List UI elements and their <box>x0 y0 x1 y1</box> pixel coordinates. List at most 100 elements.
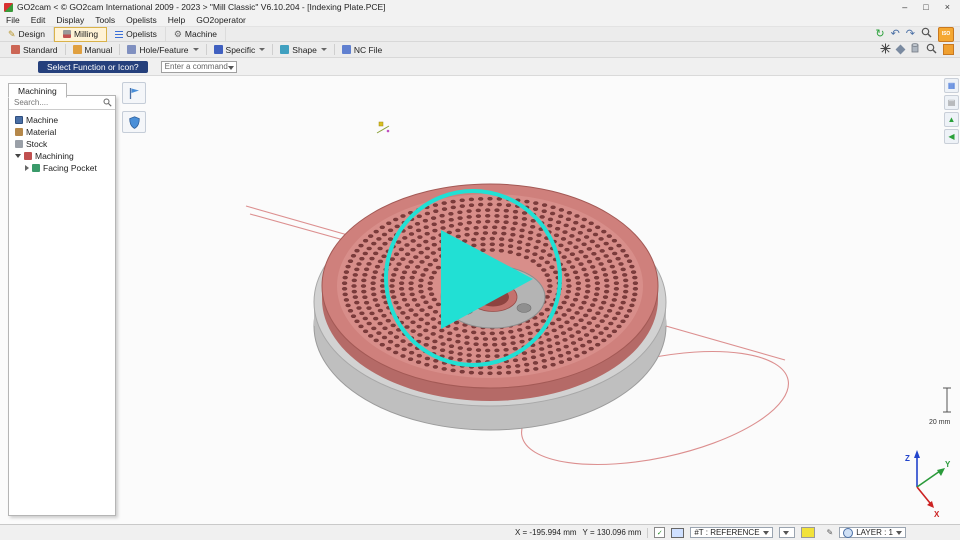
menu-bar: File Edit Display Tools Opelists Help GO… <box>0 14 960 27</box>
command-prompt-label: Select Function or Icon? <box>38 61 148 73</box>
grid-icon: ▦ <box>948 81 956 90</box>
axis-triad <box>914 450 945 508</box>
shape-label: Shape <box>292 45 317 55</box>
shape-button[interactable]: Shape <box>274 44 333 56</box>
tree-item-stock[interactable]: Stock <box>9 138 115 150</box>
tree-item-machining[interactable]: Machining <box>9 150 115 162</box>
manual-button[interactable]: Manual <box>67 44 119 56</box>
scroll-up-button[interactable]: ▲ <box>944 112 959 127</box>
rotate-view-button[interactable]: ↻ <box>875 29 884 40</box>
indexing-plate-model[interactable] <box>314 184 666 430</box>
maximize-button[interactable]: □ <box>923 2 928 12</box>
pen-icon[interactable]: ✎ <box>827 528 834 537</box>
standard-button[interactable]: Standard <box>5 44 64 56</box>
expand-caret-icon[interactable] <box>15 154 21 158</box>
side-mini-toolbar <box>122 82 146 133</box>
scroll-left-button[interactable]: ◀ <box>944 129 959 144</box>
separator <box>647 528 648 538</box>
command-combobox-value: Enter a command <box>165 62 228 71</box>
menu-item-help[interactable]: Help <box>168 15 185 25</box>
monitor-icon[interactable] <box>671 528 684 538</box>
machining-panel-tab[interactable]: Machining <box>8 83 67 98</box>
panel-view-button[interactable]: ▤ <box>944 95 959 110</box>
close-button[interactable]: × <box>945 2 950 12</box>
menu-item-display[interactable]: Display <box>56 15 84 25</box>
layer-select[interactable]: LAYER : 1 <box>839 527 906 538</box>
hole-feature-label: Hole/Feature <box>139 45 188 55</box>
iso-view-button[interactable]: ISO <box>938 27 954 42</box>
menu-item-file[interactable]: File <box>6 15 20 25</box>
menu-item-go2operator[interactable]: GO2operator <box>196 15 246 25</box>
tree-item-machine[interactable]: Machine <box>9 114 115 126</box>
flag-icon <box>128 87 140 100</box>
ribbon-buttons-row: Standard Manual Hole/Feature Specific Sh… <box>0 42 960 58</box>
scale-indicator <box>943 388 951 412</box>
chevron-down-icon <box>259 48 265 51</box>
gear-icon: ⚙ <box>174 30 182 39</box>
menu-item-opelists[interactable]: Opelists <box>126 15 157 25</box>
machine-icon <box>15 116 23 124</box>
tab-milling[interactable]: Milling <box>54 27 107 42</box>
list-icon <box>115 31 123 38</box>
search-icon <box>103 98 112 107</box>
cylinder-icon <box>910 43 920 54</box>
grid-view-button[interactable]: ▦ <box>944 78 959 93</box>
command-combobox[interactable]: Enter a command <box>161 61 237 73</box>
tree-item-label: Facing Pocket <box>43 163 97 173</box>
nc-file-button[interactable]: NC File <box>336 44 388 56</box>
tab-opelists[interactable]: Opelists <box>107 27 166 41</box>
reference-select[interactable]: #T : REFERENCE <box>690 527 772 538</box>
reference-select-value: #T : REFERENCE <box>694 528 759 537</box>
fill-tool-button[interactable] <box>896 45 906 55</box>
hole-feature-icon <box>127 45 136 54</box>
tree-item-material[interactable]: Material <box>9 126 115 138</box>
search-input[interactable] <box>12 97 101 108</box>
globe-icon <box>843 528 853 538</box>
menu-item-tools[interactable]: Tools <box>95 15 115 25</box>
chevron-down-icon <box>783 531 789 535</box>
tab-machine[interactable]: ⚙ Machine <box>166 27 226 41</box>
color-swatch[interactable] <box>801 527 815 538</box>
shield-button[interactable] <box>122 111 146 133</box>
tab-design[interactable]: ✎ Design <box>0 27 54 41</box>
axis-z-label: Z <box>905 454 910 463</box>
redo-button[interactable]: ↷ <box>906 29 915 40</box>
minimize-button[interactable]: – <box>902 2 907 12</box>
go2cam-window: 20 mm Z Y X GO2cam < © GO2cam Internatio… <box>0 0 960 540</box>
status-x-coordinate: X = -195.994 mm <box>515 528 577 537</box>
aux-select[interactable] <box>779 527 795 538</box>
mill-tool-icon <box>63 30 71 38</box>
manual-icon <box>73 45 82 54</box>
chevron-down-icon <box>193 48 199 51</box>
tab-milling-label: Milling <box>74 29 98 39</box>
view-preset-button[interactable] <box>943 44 954 55</box>
hole-feature-button[interactable]: Hole/Feature <box>121 44 204 56</box>
separator <box>206 44 207 55</box>
tool-cylinder-button[interactable] <box>910 41 920 59</box>
separator <box>272 44 273 55</box>
pencil-icon: ✎ <box>8 30 16 39</box>
zoom-window-button[interactable] <box>926 41 937 59</box>
layer-select-value: LAYER : 1 <box>856 528 893 537</box>
snap-checkbox[interactable]: ✓ <box>654 527 665 538</box>
selection-star-button[interactable] <box>880 41 891 59</box>
magnifier-icon <box>921 27 932 38</box>
chevron-down-icon <box>321 48 327 51</box>
nc-file-label: NC File <box>354 45 382 55</box>
specific-icon <box>214 45 223 54</box>
axis-y-label: Y <box>945 460 951 469</box>
chevron-down-icon <box>763 531 769 535</box>
shield-icon <box>129 116 140 129</box>
command-row: Select Function or Icon? Enter a command <box>0 58 960 76</box>
specific-button[interactable]: Specific <box>208 44 272 56</box>
flag-button[interactable] <box>122 82 146 104</box>
menu-item-edit[interactable]: Edit <box>31 15 46 25</box>
undo-button[interactable]: ↶ <box>891 29 900 40</box>
separator <box>334 44 335 55</box>
status-bar: X = -195.994 mm Y = 130.096 mm ✓ #T : RE… <box>0 524 960 540</box>
tree-item-facing-pocket[interactable]: Facing Pocket <box>9 162 115 174</box>
viewport-canvas: 20 mm Z Y X <box>0 0 960 540</box>
search-row <box>9 96 115 110</box>
collapse-caret-icon[interactable] <box>25 165 29 171</box>
tab-design-label: Design <box>19 29 45 39</box>
